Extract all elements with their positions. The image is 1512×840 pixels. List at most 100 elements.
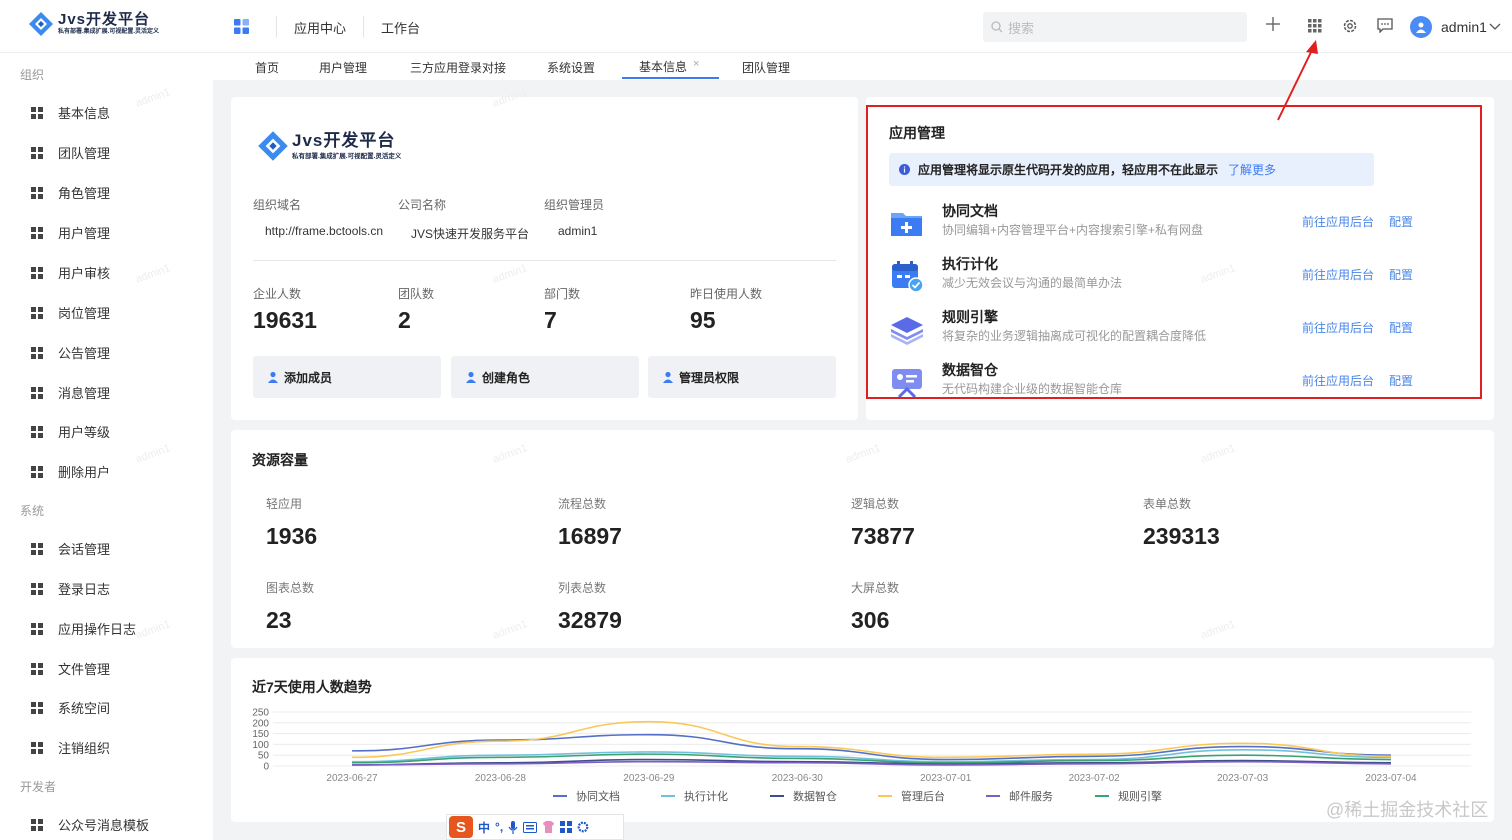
sidebar-item-label: 岗位管理 — [58, 306, 111, 321]
user-icon — [663, 371, 673, 383]
grid-apps-icon[interactable] — [1308, 19, 1322, 33]
nav-app-center[interactable]: 应用中心 — [277, 18, 363, 37]
sidebar-item-cancel-org[interactable]: 注销组织 — [31, 738, 110, 757]
sidebar-item-post[interactable]: 岗位管理 — [31, 303, 110, 322]
sidebar-item-label: 团队管理 — [58, 146, 111, 161]
sidebar-item-label: 应用操作日志 — [58, 622, 137, 637]
grid-icon — [31, 425, 43, 438]
trend-line-chart: 050100150200250 2023-06-27 2023-06-28 2023-… — [252, 708, 1471, 803]
sidebar-item-basic-info[interactable]: 基本信息 — [31, 103, 110, 122]
sidebar — [0, 53, 213, 840]
tab-basic-info[interactable]: 基本信息 — [639, 58, 687, 75]
resource-label: 流程总数 — [558, 497, 607, 511]
grid-icon — [31, 226, 43, 239]
sidebar-item-announcement[interactable]: 公告管理 — [31, 343, 110, 362]
tab-user-management[interactable]: 用户管理 — [319, 59, 367, 76]
company-value: JVS快速开发服务平台 — [411, 227, 530, 241]
sidebar-item-label: 公告管理 — [58, 346, 111, 361]
y-tick-label: 250 — [252, 708, 269, 719]
ime-toolbar[interactable]: S 中 °, — [446, 814, 624, 840]
admin-permission-button[interactable]: 管理员权限 — [648, 356, 836, 398]
sidebar-item-system-space[interactable]: 系统空间 — [31, 698, 110, 717]
add-member-button[interactable]: 添加成员 — [253, 356, 441, 398]
sidebar-item-label: 会话管理 — [58, 542, 111, 557]
tab-team-management[interactable]: 团队管理 — [742, 59, 790, 76]
logo-icon — [29, 12, 53, 36]
org-logo: Jvs开发平台 私有部署.集成扩展.可视配置.灵活定义 — [257, 130, 401, 162]
x-tick-label: 2023-06-28 — [475, 773, 527, 784]
app-switcher-icon[interactable] — [234, 19, 250, 35]
search-input[interactable]: 搜索 — [983, 12, 1247, 42]
resource-label: 列表总数 — [558, 581, 607, 595]
button-label: 管理员权限 — [679, 370, 740, 385]
company-label: 公司名称 — [398, 198, 447, 212]
microphone-icon[interactable] — [508, 820, 518, 834]
toolbox-icon[interactable] — [560, 821, 573, 833]
resource-value: 23 — [266, 607, 292, 633]
sidebar-item-team[interactable]: 团队管理 — [31, 143, 110, 162]
plus-icon[interactable] — [1265, 16, 1281, 32]
skin-icon[interactable] — [542, 821, 555, 833]
chevron-down-icon — [1489, 23, 1501, 30]
stat-value: 19631 — [253, 307, 317, 333]
resource-label: 图表总数 — [266, 581, 315, 595]
sidebar-item-mp-template[interactable]: 公众号消息模板 — [31, 815, 149, 834]
resource-value: 73877 — [851, 523, 915, 549]
highlight-box — [866, 105, 1482, 399]
sidebar-item-user[interactable]: 用户管理 — [31, 223, 110, 242]
resource-value: 16897 — [558, 523, 622, 549]
grid-icon — [31, 186, 43, 199]
punctuation-icon[interactable]: °, — [495, 820, 503, 834]
sidebar-item-user-level[interactable]: 用户等级 — [31, 422, 110, 441]
sidebar-item-files[interactable]: 文件管理 — [31, 659, 110, 678]
nav-workbench[interactable]: 工作台 — [364, 18, 437, 37]
keyboard-icon[interactable] — [523, 821, 538, 833]
gear-icon[interactable] — [1342, 18, 1358, 34]
y-tick-label: 150 — [252, 729, 269, 740]
top-nav: 应用中心 工作台 — [276, 16, 437, 38]
sidebar-item-role[interactable]: 角色管理 — [31, 183, 110, 202]
sidebar-item-login-log[interactable]: 登录日志 — [31, 579, 110, 598]
tab-system-settings[interactable]: 系统设置 — [547, 59, 595, 76]
ime-lang[interactable]: 中 — [478, 819, 490, 836]
sidebar-item-app-op-log[interactable]: 应用操作日志 — [31, 619, 136, 638]
trend-title: 近7天使用人数趋势 — [252, 679, 372, 695]
sidebar-item-sessions[interactable]: 会话管理 — [31, 539, 110, 558]
stat-value: 7 — [544, 307, 557, 333]
user-icon — [268, 371, 278, 383]
x-tick-label: 2023-06-30 — [772, 773, 824, 784]
legend-label: 执行计化 — [684, 789, 728, 803]
sidebar-item-message[interactable]: 消息管理 — [31, 383, 110, 402]
create-role-button[interactable]: 创建角色 — [451, 356, 639, 398]
sidebar-item-user-review[interactable]: 用户审核 — [31, 263, 110, 282]
tab-third-party-login[interactable]: 三方应用登录对接 — [410, 59, 506, 76]
search-placeholder: 搜索 — [1008, 20, 1035, 36]
sidebar-item-label: 用户管理 — [58, 226, 111, 241]
brand-logo[interactable]: Jvs开发平台 私有部署.集成扩展.可视配置.灵活定义 — [28, 11, 159, 37]
tab-home[interactable]: 首页 — [255, 59, 279, 76]
user-menu[interactable]: admin1 — [1410, 16, 1501, 38]
grid-icon — [31, 266, 43, 279]
message-icon[interactable] — [1377, 18, 1393, 33]
y-tick-label: 200 — [252, 718, 269, 729]
grid-icon — [31, 106, 43, 119]
grid-icon — [31, 741, 43, 754]
resource-value: 32879 — [558, 607, 622, 633]
sidebar-item-label: 用户审核 — [58, 266, 111, 281]
grid-icon — [31, 542, 43, 555]
grid-icon — [31, 818, 43, 831]
grid-icon — [31, 582, 43, 595]
y-tick-label: 0 — [263, 762, 269, 773]
grid-icon — [31, 386, 43, 399]
settings-icon[interactable] — [577, 821, 589, 833]
brand-slogan: 私有部署.集成扩展.可视配置.灵活定义 — [58, 29, 160, 35]
sidebar-item-deleted-users[interactable]: 删除用户 — [31, 462, 110, 481]
org-brand-slogan: 私有部署.集成扩展.可视配置.灵活定义 — [292, 153, 402, 160]
button-label: 添加成员 — [284, 370, 333, 385]
admin-label: 组织管理员 — [544, 198, 605, 212]
close-icon[interactable]: × — [693, 58, 699, 70]
sidebar-item-label: 删除用户 — [58, 465, 111, 480]
grid-icon — [31, 465, 43, 478]
y-tick-label: 50 — [258, 751, 270, 762]
user-name: admin1 — [1441, 19, 1487, 35]
